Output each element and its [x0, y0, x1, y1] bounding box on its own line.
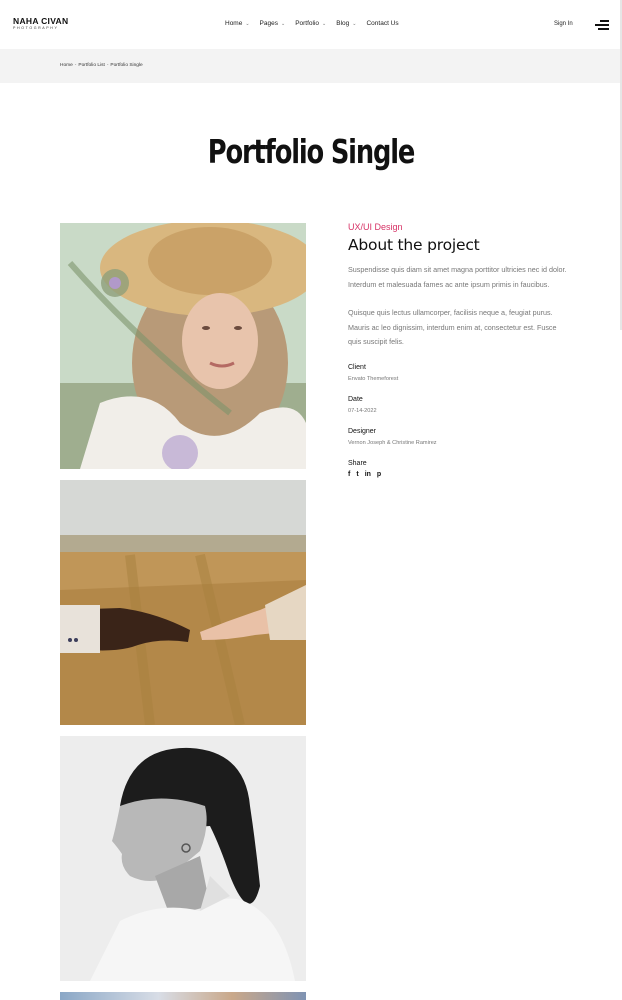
- breadcrumb-bar: Home - Portfolio List - Portfolio Single: [0, 49, 622, 83]
- logo-tagline: PHOTOGRAPHY: [13, 26, 59, 30]
- project-info: UX/UI Design About the project Suspendis…: [348, 222, 568, 478]
- photo-bw-portrait: [60, 736, 306, 981]
- twitter-icon[interactable]: t: [356, 471, 358, 478]
- meta-label-designer: Designer: [348, 427, 377, 435]
- project-description-2: Quisque quis lectus ullamcorper, facilis…: [348, 308, 557, 346]
- meta-label-date: Date: [348, 395, 363, 403]
- project-category[interactable]: UX/UI Design: [348, 222, 568, 232]
- share-icons: f t in p: [348, 471, 568, 478]
- breadcrumb-separator: -: [106, 63, 109, 68]
- chevron-down-icon: ⌄: [322, 20, 327, 27]
- pinterest-icon[interactable]: p: [377, 471, 381, 478]
- project-photo-2[interactable]: [60, 480, 306, 725]
- nav-item-label: Pages: [259, 20, 278, 27]
- menu-line: [598, 28, 609, 30]
- nav-item-label: Contact Us: [366, 20, 399, 27]
- nav-item-home[interactable]: Home ⌄: [225, 20, 250, 27]
- breadcrumb-separator: -: [74, 63, 77, 68]
- menu-line: [595, 24, 609, 26]
- project-photo-1[interactable]: [60, 223, 306, 469]
- breadcrumb-portfolio-list[interactable]: Portfolio List: [78, 63, 104, 68]
- nav-item-portfolio[interactable]: Portfolio ⌄: [295, 20, 326, 27]
- breadcrumb-current: Portfolio Single: [110, 63, 143, 68]
- project-photo-3[interactable]: [60, 736, 306, 981]
- breadcrumb: Home - Portfolio List - Portfolio Single: [60, 63, 143, 68]
- nav-item-blog[interactable]: Blog ⌄: [336, 20, 356, 27]
- logo-name: NAHA CIVAN: [13, 16, 69, 26]
- photo-hands-wheat-field: [60, 480, 306, 725]
- chevron-down-icon: ⌄: [245, 20, 250, 27]
- page-title: Portfolio Single: [207, 132, 416, 171]
- breadcrumb-home[interactable]: Home: [60, 63, 73, 68]
- nav-item-label: Home: [225, 20, 243, 27]
- chevron-down-icon: ⌄: [352, 20, 357, 27]
- sign-in-link[interactable]: Sign In: [554, 21, 573, 27]
- project-photo-4[interactable]: [60, 992, 306, 1000]
- hamburger-menu-icon[interactable]: [595, 19, 609, 31]
- facebook-icon[interactable]: f: [348, 471, 350, 478]
- meta-label-client: Client: [348, 363, 366, 371]
- linkedin-icon[interactable]: in: [365, 471, 371, 478]
- nav-item-label: Portfolio: [295, 20, 320, 27]
- meta-value-date: 07-14-2022: [348, 407, 377, 414]
- menu-line: [600, 20, 609, 22]
- chevron-down-icon: ⌄: [280, 20, 286, 27]
- nav-item-label: Blog: [336, 20, 350, 27]
- main-nav: Home ⌄ Pages ⌄ Portfolio ⌄ Blog ⌄ Contac…: [225, 20, 409, 27]
- nav-item-pages[interactable]: Pages ⌄: [260, 20, 286, 27]
- project-title: About the project: [348, 236, 480, 254]
- site-header: NAHA CIVAN PHOTOGRAPHY Home ⌄ Pages ⌄ Po…: [0, 0, 622, 49]
- meta-value-client: Envato Themeforest: [348, 375, 399, 382]
- project-meta: Client Envato Themeforest Date 07-14-202…: [348, 364, 568, 446]
- site-logo[interactable]: NAHA CIVAN PHOTOGRAPHY: [13, 17, 68, 31]
- photo-woman-straw-hat: [60, 223, 306, 469]
- share-label: Share: [348, 459, 367, 467]
- nav-item-contact[interactable]: Contact Us: [366, 20, 398, 27]
- project-description-1: Suspendisse quis diam sit amet magna por…: [348, 265, 567, 289]
- meta-value-designer: Vernon Joseph & Christine Ramirez: [348, 439, 437, 446]
